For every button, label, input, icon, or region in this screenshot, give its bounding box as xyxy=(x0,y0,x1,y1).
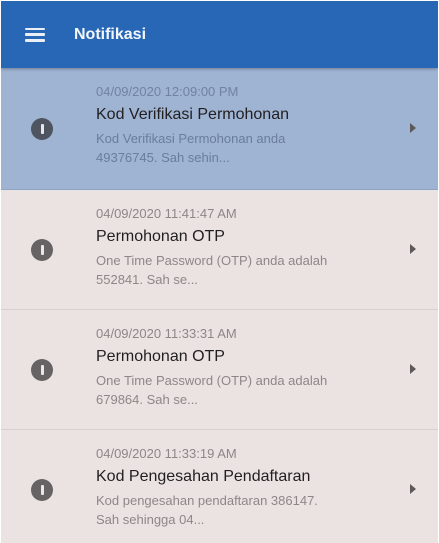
notification-body: One Time Password (OTP) anda adalah 6798… xyxy=(96,371,388,409)
hamburger-menu-icon[interactable] xyxy=(25,27,45,42)
notification-timestamp: 04/09/2020 11:41:47 AM xyxy=(96,206,237,221)
notification-title: Permohonan OTP xyxy=(96,228,225,245)
notification-body-line: One Time Password (OTP) anda adalah xyxy=(96,253,328,268)
notification-timestamp: 04/09/2020 11:33:19 AM xyxy=(96,446,237,461)
notification-body-line: One Time Password (OTP) anda adalah xyxy=(96,373,328,388)
notification-body-line: 49376745. Sah sehin... xyxy=(96,150,230,165)
notification-title: Permohonan OTP xyxy=(96,348,225,365)
info-icon xyxy=(31,358,53,381)
chevron-right-icon xyxy=(410,243,416,254)
notification-item[interactable]: 04/09/2020 11:33:31 AM Permohonan OTP On… xyxy=(1,310,438,430)
notification-body: Kod Verifikasi Permohonan anda 49376745.… xyxy=(96,129,388,167)
notification-body-line: Kod pengesahan pendaftaran 386147. xyxy=(96,493,318,508)
notification-list: 04/09/2020 12:09:00 PM Kod Verifikasi Pe… xyxy=(1,68,438,543)
notification-body-line: Sah sehingga 04... xyxy=(96,512,205,527)
info-icon xyxy=(31,238,53,261)
notification-body-line: 552841. Sah se... xyxy=(96,272,198,287)
notification-body-line: 679864. Sah se... xyxy=(96,392,198,407)
app-screen: Notifikasi 04/09/2020 12:09:00 PM Kod Ve… xyxy=(1,1,438,543)
chevron-right-icon xyxy=(410,122,416,133)
notification-item[interactable]: 04/09/2020 11:41:47 AM Permohonan OTP On… xyxy=(1,190,438,310)
notification-title: Kod Pengesahan Pendaftaran xyxy=(96,468,311,485)
notification-title: Kod Verifikasi Permohonan xyxy=(96,106,289,123)
app-bar: Notifikasi xyxy=(1,1,438,68)
notification-body-line: Kod Verifikasi Permohonan anda xyxy=(96,131,286,146)
notification-timestamp: 04/09/2020 11:33:31 AM xyxy=(96,326,237,341)
info-icon xyxy=(31,478,53,501)
notification-body: Kod pengesahan pendaftaran 386147. Sah s… xyxy=(96,491,388,529)
notification-timestamp: 04/09/2020 12:09:00 PM xyxy=(96,84,239,99)
info-icon xyxy=(31,117,53,140)
chevron-right-icon xyxy=(410,363,416,374)
notification-item[interactable]: 04/09/2020 11:33:19 AM Kod Pengesahan Pe… xyxy=(1,430,438,543)
notification-body: One Time Password (OTP) anda adalah 5528… xyxy=(96,251,388,289)
page-title: Notifikasi xyxy=(74,25,147,43)
notification-item[interactable]: 04/09/2020 12:09:00 PM Kod Verifikasi Pe… xyxy=(1,68,438,190)
chevron-right-icon xyxy=(410,483,416,494)
